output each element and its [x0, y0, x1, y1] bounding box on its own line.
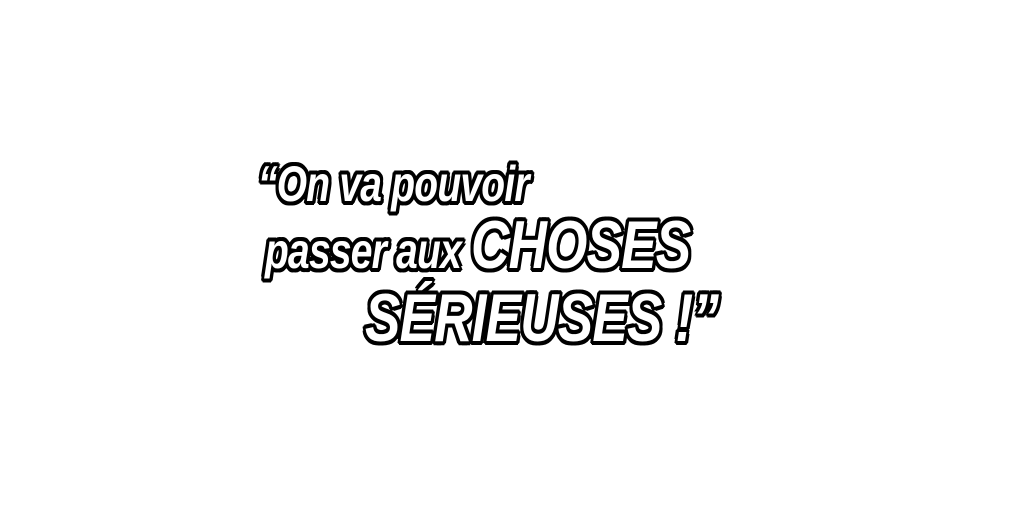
quote-line-2-emphasis: CHOSES [470, 207, 692, 283]
quote-line-3: SÉRIEUSES !” [364, 279, 720, 357]
quote-line-1: “On va pouvoir [257, 155, 530, 213]
quote-canvas: “On va pouvoir passer aux CHOSES SÉRIEUS… [0, 0, 1024, 512]
quote-line-2: passer aux CHOSES [264, 210, 692, 283]
quote-line-2-small: passer aux [264, 222, 472, 280]
